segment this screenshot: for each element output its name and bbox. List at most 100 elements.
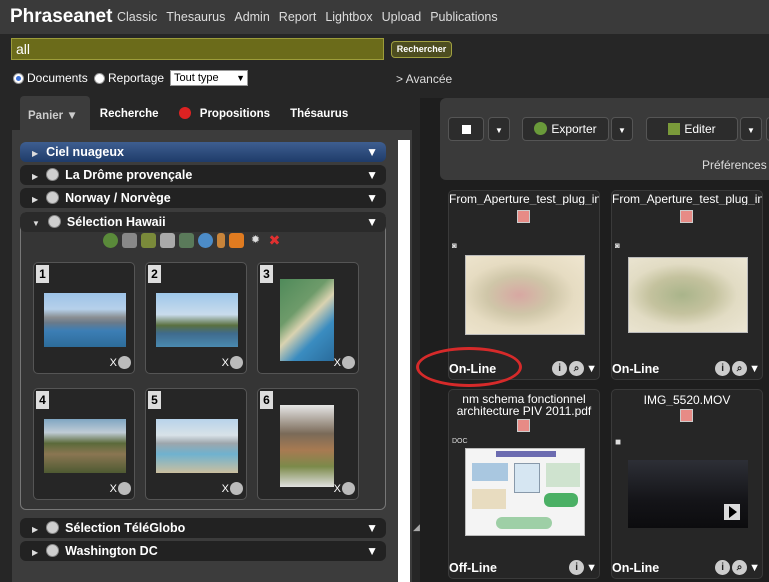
camera-icon: ◙ <box>615 241 620 250</box>
status-icon[interactable] <box>160 233 175 248</box>
basket-item[interactable]: 3 X <box>257 262 359 374</box>
doc-header-shape <box>496 451 556 457</box>
record-title: nm schema fonctionnel <box>462 393 586 405</box>
remove-button[interactable]: X <box>334 357 341 369</box>
tab-proposals[interactable]: Propositions <box>169 107 280 130</box>
basket-menu-icon[interactable]: ▼ <box>366 518 378 538</box>
search-input[interactable] <box>11 38 384 60</box>
basket-drome[interactable]: ▶ La Drôme provençale ▼ <box>20 165 386 185</box>
basket-hawaii[interactable]: ▼ Sélection Hawaii ▼ <box>20 212 386 232</box>
menu-icon[interactable] <box>230 356 243 369</box>
hawaii-photo-1 <box>44 293 126 347</box>
zoom-icon[interactable]: ⌕ <box>732 361 748 376</box>
record-menu-icon[interactable]: ▼ <box>586 363 597 375</box>
basket-menu-icon[interactable]: ▼ <box>366 188 378 208</box>
record-card[interactable]: nm schema fonctionnel architecture PIV 2… <box>448 389 600 579</box>
advanced-search-link[interactable]: > Avancée <box>396 72 452 86</box>
menu-icon[interactable] <box>342 482 355 495</box>
basket-item[interactable]: 2 X <box>145 262 247 374</box>
gear-icon[interactable]: ✹ <box>248 233 263 248</box>
basket-item[interactable]: 4 X <box>33 388 135 500</box>
play-button-icon[interactable] <box>724 504 740 520</box>
radio-unselected-icon <box>94 72 105 84</box>
basket-menu-icon[interactable]: ▼ <box>366 165 378 185</box>
hawaii-photo-4 <box>44 419 126 473</box>
chevron-down-icon: ▼ <box>495 126 503 135</box>
edit-icon[interactable] <box>141 233 156 248</box>
basket-menu-icon[interactable]: ▼ <box>366 212 378 232</box>
export-menu-button[interactable]: ▼ <box>611 117 633 141</box>
edit-button[interactable]: Editer <box>646 117 738 141</box>
hawaii-photo-2 <box>156 293 238 347</box>
resize-handle-icon[interactable]: ◢ <box>413 522 420 533</box>
zoom-icon[interactable]: ⌕ <box>732 560 748 575</box>
basket-name: Sélection Hawaii <box>66 215 166 229</box>
remove-button[interactable]: X <box>110 357 117 369</box>
menu-icon[interactable] <box>342 356 355 369</box>
delete-icon[interactable]: ✖ <box>267 233 282 248</box>
basket-item[interactable]: 6 X <box>257 388 359 500</box>
left-tabs: Panier ▼ Recherche Propositions Thésauru… <box>20 96 358 130</box>
app-brand[interactable]: Phraseanet <box>10 6 112 28</box>
nav-lightbox[interactable]: Lightbox <box>325 10 372 24</box>
search-button[interactable]: Rechercher <box>391 41 452 58</box>
basket-scrollbar[interactable] <box>398 140 410 582</box>
info-icon[interactable]: i <box>552 361 568 376</box>
record-menu-icon[interactable]: ▼ <box>586 562 597 574</box>
chevron-down-icon: ▼ <box>236 73 245 83</box>
tab-basket[interactable]: Panier ▼ <box>20 96 90 130</box>
zoom-icon[interactable]: ⌕ <box>569 361 585 376</box>
info-icon[interactable]: i <box>715 560 731 575</box>
select-all-checkbox[interactable] <box>448 117 484 141</box>
expand-arrow-icon: ▶ <box>32 172 39 181</box>
tool-icon[interactable] <box>217 233 225 248</box>
tab-thesaurus[interactable]: Thésaurus <box>280 108 358 130</box>
search-bar: Rechercher Documents Reportage Tout type… <box>0 34 769 98</box>
info-icon[interactable]: i <box>715 361 731 376</box>
remove-button[interactable]: X <box>222 357 229 369</box>
edit-menu-button[interactable]: ▼ <box>740 117 762 141</box>
basket-item[interactable]: 5 X <box>145 388 247 500</box>
record-menu-icon[interactable]: ▼ <box>749 363 760 375</box>
nav-upload[interactable]: Upload <box>382 10 422 24</box>
record-actions: i ⌕ ▼ <box>552 361 597 376</box>
basket-norway[interactable]: ▶ Norway / Norvège ▼ <box>20 188 386 208</box>
nav-thesaurus[interactable]: Thesaurus <box>166 10 225 24</box>
collapse-arrow-icon: ▼ <box>32 219 40 228</box>
move-icon[interactable] <box>179 233 194 248</box>
nav-report[interactable]: Report <box>279 10 317 24</box>
basket-menu-icon[interactable]: ▼ <box>366 142 378 162</box>
rss-icon[interactable] <box>229 233 244 248</box>
nav-publications[interactable]: Publications <box>430 10 497 24</box>
remove-button[interactable]: X <box>334 483 341 495</box>
nav-classic[interactable]: Classic <box>117 10 157 24</box>
radio-reportage[interactable]: Reportage <box>94 71 164 85</box>
nav-admin[interactable]: Admin <box>234 10 269 24</box>
record-card[interactable]: From_Aperture_test_plug_in ◙ On-Line i ⌕… <box>611 190 763 380</box>
publish-icon[interactable] <box>198 233 213 248</box>
radio-documents[interactable]: Documents <box>13 71 88 85</box>
basket-teleglobo[interactable]: ▶ Sélection TéléGlobo ▼ <box>20 518 386 538</box>
info-icon[interactable]: i <box>569 560 585 575</box>
basket-name: La Drôme provençale <box>65 168 193 182</box>
remove-button[interactable]: X <box>222 483 229 495</box>
record-menu-icon[interactable]: ▼ <box>749 562 760 574</box>
basket-washington[interactable]: ▶ Washington DC ▼ <box>20 541 386 561</box>
download-icon[interactable] <box>103 233 118 248</box>
list-icon[interactable] <box>122 233 137 248</box>
basket-name: Washington DC <box>65 544 158 558</box>
chevron-down-icon: ▼ <box>66 110 78 122</box>
basket-ciel-nuageux[interactable]: ▶ Ciel nuageux ▼ <box>20 142 386 162</box>
menu-icon[interactable] <box>118 356 131 369</box>
tab-search[interactable]: Recherche <box>90 108 169 130</box>
preferences-link[interactable]: Préférences <box>702 158 767 172</box>
basket-item[interactable]: 1 X <box>33 262 135 374</box>
select-menu-button[interactable]: ▼ <box>488 117 510 141</box>
record-card[interactable]: IMG_5520.MOV ■ On-Line i ⌕ ▼ <box>611 389 763 579</box>
type-select[interactable]: Tout type ▼ <box>170 70 248 86</box>
menu-icon[interactable] <box>230 482 243 495</box>
basket-menu-icon[interactable]: ▼ <box>366 541 378 561</box>
remove-button[interactable]: X <box>110 483 117 495</box>
menu-icon[interactable] <box>118 482 131 495</box>
export-button[interactable]: Exporter <box>522 117 609 141</box>
